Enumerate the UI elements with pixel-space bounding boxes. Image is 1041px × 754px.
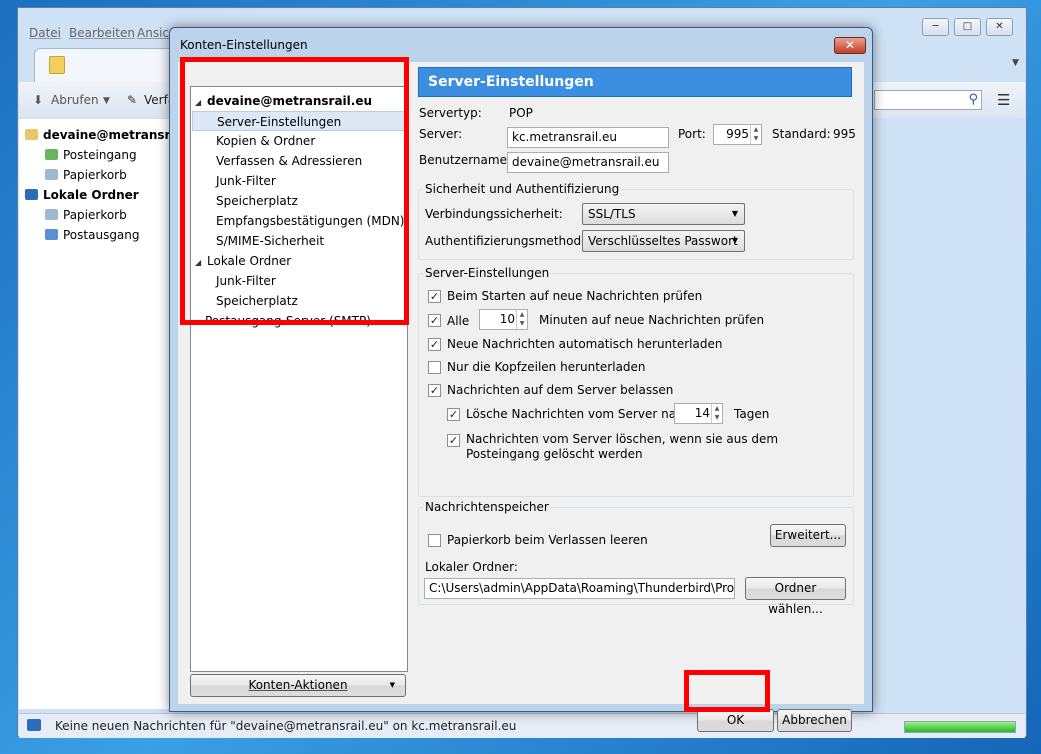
security-group: Sicherheit und Authentifizierung Verbind… bbox=[418, 182, 854, 260]
spin-arrows-icon[interactable]: ▲ ▼ bbox=[516, 310, 527, 329]
delete-after-label: Lösche Nachrichten vom Server nach bbox=[466, 407, 691, 421]
check-every-label: Alle bbox=[447, 314, 470, 328]
advanced-button[interactable]: Erweitert... bbox=[770, 524, 846, 547]
close-dialog-button[interactable]: ✕ bbox=[834, 37, 866, 54]
spin-arrows-icon[interactable]: ▲ ▼ bbox=[711, 404, 722, 423]
auto-download-checkbox[interactable]: ✓ bbox=[428, 338, 441, 351]
menu-bar: Datei Bearbeiten Ansic bbox=[18, 22, 178, 44]
account-mail-icon bbox=[25, 129, 38, 140]
dialog-title: Konten-Einstellungen bbox=[180, 38, 308, 52]
highlight-box-ok bbox=[684, 670, 770, 712]
port-stepper[interactable]: 995 ▲ ▼ bbox=[713, 124, 762, 145]
download-icon: ⬇ bbox=[33, 93, 44, 107]
server-label: Server: bbox=[419, 127, 463, 141]
outbox-icon bbox=[45, 229, 58, 240]
folder-pane: devaine@metransrai Posteingang Papierkor… bbox=[19, 119, 183, 709]
highlight-box-tree bbox=[180, 57, 409, 325]
folder-postausgang[interactable]: Postausgang bbox=[45, 225, 140, 245]
servertype-value: POP bbox=[509, 106, 533, 120]
delete-after-checkbox[interactable]: ✓ bbox=[447, 408, 460, 421]
local-dir-input[interactable]: C:\Users\admin\AppData\Roaming\Thunderbi… bbox=[424, 578, 735, 599]
account-actions-button[interactable]: Konten-Aktionen ▼ bbox=[190, 674, 406, 697]
server-input[interactable]: kc.metransrail.eu bbox=[507, 127, 669, 148]
folder-account[interactable]: devaine@metransrai bbox=[25, 125, 183, 145]
folder-lokale-ordner[interactable]: Lokale Ordner bbox=[25, 185, 139, 205]
inbox-icon bbox=[45, 149, 58, 160]
folder-icon bbox=[49, 56, 65, 74]
leave-on-server-label: Nachrichten auf dem Server belassen bbox=[447, 383, 674, 397]
port-label: Port: bbox=[678, 127, 706, 141]
security-group-title: Sicherheit und Authentifizierung bbox=[423, 182, 622, 196]
auth-method-select[interactable]: Verschlüsseltes Passwort ▼ bbox=[582, 230, 745, 252]
chevron-down-icon: ▼ bbox=[731, 236, 738, 245]
choose-dir-button[interactable]: Ordner wählen... bbox=[745, 577, 846, 616]
delete-after-suffix: Tagen bbox=[734, 407, 770, 421]
standard-label: Standard: bbox=[772, 127, 831, 141]
folder-posteingang[interactable]: Posteingang bbox=[45, 145, 137, 165]
ok-button[interactable]: OK bbox=[697, 709, 774, 732]
servertype-label: Servertyp: bbox=[419, 106, 482, 120]
folder-papierkorb-lokal[interactable]: Papierkorb bbox=[45, 205, 127, 225]
maximize-button[interactable]: □ bbox=[954, 18, 981, 36]
standard-value: 995 bbox=[833, 127, 856, 141]
folder-papierkorb[interactable]: Papierkorb bbox=[45, 165, 127, 185]
cancel-button[interactable]: Abbrechen bbox=[777, 709, 852, 732]
check-interval-stepper[interactable]: 10 ▲ ▼ bbox=[479, 309, 528, 330]
check-interval-suffix: Minuten auf neue Nachrichten prüfen bbox=[539, 313, 765, 327]
menu-icon[interactable]: ☰ bbox=[997, 91, 1010, 109]
panel-header: Server-Einstellungen bbox=[418, 67, 852, 97]
auto-download-label: Neue Nachrichten automatisch herunterlad… bbox=[447, 337, 723, 351]
network-icon bbox=[27, 719, 41, 731]
server-settings-group-title: Server-Einstellungen bbox=[423, 266, 552, 280]
get-mail-button[interactable]: Abrufen bbox=[51, 93, 99, 107]
check-every-checkbox[interactable]: ✓ bbox=[428, 314, 441, 327]
status-text: Keine neuen Nachrichten für "devaine@met… bbox=[55, 719, 517, 733]
empty-trash-label: Papierkorb beim Verlassen leeren bbox=[447, 533, 648, 547]
username-label: Benutzername: bbox=[419, 153, 512, 167]
storage-group: Nachrichtenspeicher Papierkorb beim Verl… bbox=[418, 500, 854, 616]
minimize-button[interactable]: ─ bbox=[922, 18, 949, 36]
search-icon: ⚲ bbox=[968, 92, 978, 107]
username-input[interactable]: devaine@metransrail.eu bbox=[507, 152, 669, 173]
chevron-down-icon[interactable]: ▼ bbox=[103, 96, 110, 106]
chevron-down-icon: ▼ bbox=[731, 209, 738, 218]
storage-group-title: Nachrichtenspeicher bbox=[423, 500, 551, 514]
close-window-button[interactable]: ✕ bbox=[986, 18, 1013, 36]
status-bar: Keine neuen Nachrichten für "devaine@met… bbox=[19, 713, 1025, 738]
pencil-icon: ✎ bbox=[127, 93, 138, 107]
computer-icon bbox=[25, 189, 38, 200]
server-settings-group: Server-Einstellungen ✓ Beim Starten auf … bbox=[418, 266, 854, 497]
empty-trash-checkbox[interactable] bbox=[428, 534, 441, 547]
headers-only-checkbox[interactable] bbox=[428, 361, 441, 374]
menu-ansicht[interactable]: Ansic bbox=[137, 26, 169, 40]
headers-only-label: Nur die Kopfzeilen herunterladen bbox=[447, 360, 646, 374]
search-input[interactable]: ⚲ bbox=[874, 90, 982, 110]
connection-security-select[interactable]: SSL/TLS ▼ bbox=[582, 203, 745, 225]
menu-datei[interactable]: Datei bbox=[29, 26, 61, 40]
tab-list-icon[interactable]: ▼ bbox=[1012, 58, 1019, 68]
tab-folder[interactable] bbox=[34, 48, 174, 82]
delete-after-stepper[interactable]: 14 ▲ ▼ bbox=[674, 403, 723, 424]
menu-bearbeiten[interactable]: Bearbeiten bbox=[69, 26, 135, 40]
connection-security-label: Verbindungssicherheit: bbox=[425, 207, 563, 221]
dropdown-arrow-icon: ▼ bbox=[389, 681, 395, 689]
local-dir-label: Lokaler Ordner: bbox=[425, 560, 518, 574]
trash-icon bbox=[45, 169, 58, 180]
progress-bar bbox=[904, 721, 1016, 733]
auth-method-label: Authentifizierungsmethode: bbox=[425, 234, 593, 248]
check-on-start-label: Beim Starten auf neue Nachrichten prüfen bbox=[447, 289, 703, 303]
delete-when-removed-label: Nachrichten vom Server löschen, wenn sie… bbox=[466, 432, 779, 461]
trash-icon bbox=[45, 209, 58, 220]
delete-when-removed-checkbox[interactable]: ✓ bbox=[447, 434, 460, 447]
check-on-start-checkbox[interactable]: ✓ bbox=[428, 290, 441, 303]
leave-on-server-checkbox[interactable]: ✓ bbox=[428, 384, 441, 397]
spin-arrows-icon[interactable]: ▲ ▼ bbox=[750, 125, 761, 144]
